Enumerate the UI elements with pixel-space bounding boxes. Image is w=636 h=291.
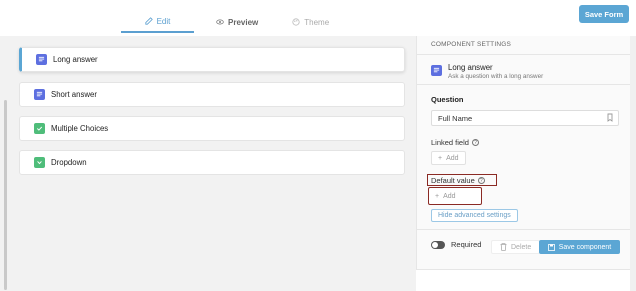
eye-icon xyxy=(216,19,224,25)
plus-icon: + xyxy=(438,154,443,162)
delete-button[interactable]: Delete xyxy=(491,240,541,254)
linked-field-add-button[interactable]: + Add xyxy=(431,151,466,165)
component-settings-panel: COMPONENT SETTINGS Long answer Ask a que… xyxy=(416,36,631,270)
delete-label: Delete xyxy=(511,243,532,251)
save-icon xyxy=(547,243,555,251)
divider xyxy=(417,54,631,55)
tab-theme-label: Theme xyxy=(304,17,330,27)
field-label: Dropdown xyxy=(51,158,87,167)
help-icon[interactable]: ? xyxy=(471,139,479,146)
plus-icon: + xyxy=(435,192,440,200)
pencil-icon xyxy=(144,17,153,25)
field-card-multiple-choices[interactable]: Multiple Choices xyxy=(19,116,405,141)
required-label: Required xyxy=(451,240,482,249)
field-card-long-answer[interactable]: Long answer xyxy=(19,47,405,72)
component-subtitle: Ask a question with a long answer xyxy=(448,73,544,80)
canvas-scrollbar[interactable] xyxy=(4,100,7,290)
component-title: Long answer xyxy=(448,63,493,72)
question-input[interactable] xyxy=(431,110,619,126)
help-icon[interactable]: ? xyxy=(477,177,485,184)
default-value-label: Default value ? xyxy=(431,176,485,185)
component-info: Long answer Ask a question with a long a… xyxy=(431,63,543,80)
trash-icon xyxy=(500,243,507,251)
field-card-dropdown[interactable]: Dropdown xyxy=(19,150,405,175)
tag-icon xyxy=(607,113,613,122)
panel-heading: COMPONENT SETTINGS xyxy=(431,41,512,48)
linked-field-text: Linked field xyxy=(431,138,469,147)
tab-preview[interactable]: Preview xyxy=(210,11,264,33)
text-lines-icon xyxy=(34,89,45,100)
linked-field-label: Linked field ? xyxy=(431,138,479,147)
required-toggle-row: Required xyxy=(431,240,481,249)
palette-icon xyxy=(292,18,300,26)
panel-scrollbar[interactable] xyxy=(630,36,636,291)
check-icon xyxy=(34,123,45,134)
text-lines-icon xyxy=(431,65,442,76)
form-canvas: Long answer Short answer Multiple Choice… xyxy=(0,36,416,291)
default-value-text: Default value xyxy=(431,176,475,185)
text-lines-icon xyxy=(36,54,47,65)
field-label: Long answer xyxy=(53,55,98,64)
field-card-short-answer[interactable]: Short answer xyxy=(19,82,405,107)
field-label: Short answer xyxy=(51,90,97,99)
tab-edit[interactable]: Edit xyxy=(121,11,194,33)
tab-preview-label: Preview xyxy=(228,17,259,27)
save-component-label: Save component xyxy=(558,243,612,251)
field-label: Multiple Choices xyxy=(51,124,109,133)
add-label: Add xyxy=(446,154,459,162)
divider xyxy=(417,229,631,230)
tab-theme[interactable]: Theme xyxy=(286,11,335,33)
save-form-button[interactable]: Save Form xyxy=(579,5,629,23)
save-component-button[interactable]: Save component xyxy=(539,240,620,254)
top-bar: Edit Preview Theme Save Form xyxy=(0,0,636,36)
editor-tabs: Edit Preview Theme xyxy=(121,11,335,35)
default-value-add-button[interactable]: + Add xyxy=(428,187,482,205)
required-toggle[interactable] xyxy=(431,240,445,249)
chevron-down-icon xyxy=(34,157,45,168)
question-label: Question xyxy=(431,95,464,104)
add-label: Add xyxy=(443,192,456,200)
hide-advanced-settings-button[interactable]: Hide advanced settings xyxy=(431,209,518,222)
tab-edit-label: Edit xyxy=(156,16,171,26)
divider xyxy=(417,84,631,85)
